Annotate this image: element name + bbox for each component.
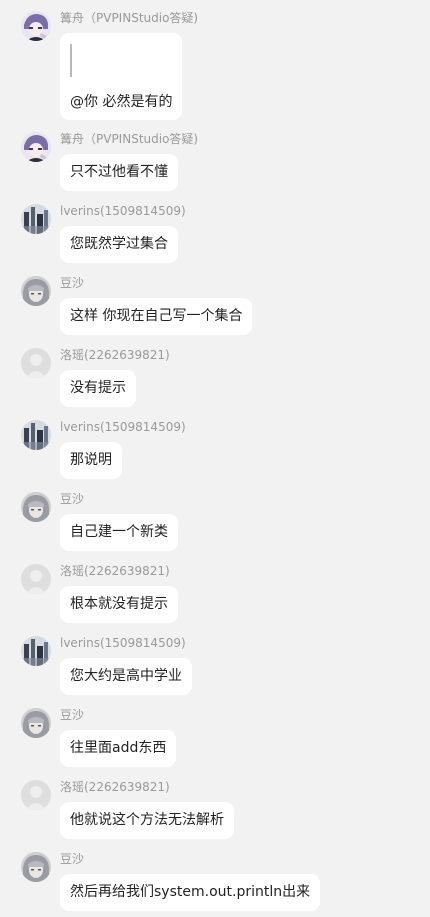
quote-bar [70, 44, 72, 77]
message-bubble[interactable]: 那说明 [60, 442, 122, 479]
grey-hair-avatar-icon[interactable] [21, 852, 51, 882]
sender-name: 豆沙 [60, 852, 85, 866]
sender-name: 洛瑶(2262639821) [60, 780, 170, 794]
sender-name: lverins(1509814509) [60, 636, 186, 650]
sender-name: 篝舟（PVPINStudio答疑) [60, 132, 199, 146]
sender-name: lverins(1509814509) [60, 420, 186, 434]
sender-name: 洛瑶(2262639821) [60, 348, 170, 362]
message-bubble[interactable]: 往里面add东西 [60, 730, 177, 767]
anime-avatar-icon[interactable] [21, 132, 51, 162]
building-avatar-icon[interactable] [21, 420, 51, 450]
chat-window: 篝舟（PVPINStudio答疑) @你 必然是有的 篝舟（PVPINStudi… [0, 0, 430, 917]
message-text: @你 必然是有的 [70, 94, 173, 110]
anime-avatar-icon[interactable] [21, 11, 51, 41]
sender-name: 洛瑶(2262639821) [60, 564, 170, 578]
message-bubble[interactable]: 您大约是高中学业 [60, 658, 192, 695]
default-avatar-icon[interactable] [21, 780, 51, 810]
message-bubble[interactable]: 然后再给我们system.out.println出来 [60, 874, 321, 911]
message-bubble[interactable]: 只不过他看不懂 [60, 154, 178, 191]
grey-hair-avatar-icon[interactable] [21, 492, 51, 522]
default-avatar-icon[interactable] [21, 564, 51, 594]
message-bubble[interactable]: 自己建一个新类 [60, 514, 178, 551]
sender-name: 豆沙 [60, 492, 85, 506]
grey-hair-avatar-icon[interactable] [21, 708, 51, 738]
sender-name: 豆沙 [60, 708, 85, 722]
sender-name: 篝舟（PVPINStudio答疑) [60, 11, 199, 25]
message-bubble[interactable]: 您既然学过集合 [60, 226, 178, 263]
building-avatar-icon[interactable] [21, 636, 51, 666]
message-bubble[interactable]: @你 必然是有的 [60, 33, 182, 120]
message-bubble[interactable]: 这样 你现在自己写一个集合 [60, 298, 253, 335]
building-avatar-icon[interactable] [21, 204, 51, 234]
message-bubble[interactable]: 没有提示 [60, 370, 136, 407]
grey-hair-avatar-icon[interactable] [21, 276, 51, 306]
default-avatar-icon[interactable] [21, 348, 51, 378]
sender-name: 豆沙 [60, 276, 85, 290]
sender-name: lverins(1509814509) [60, 204, 186, 218]
message-bubble[interactable]: 根本就没有提示 [60, 586, 178, 623]
message-bubble[interactable]: 他就说这个方法无法解析 [60, 802, 234, 839]
